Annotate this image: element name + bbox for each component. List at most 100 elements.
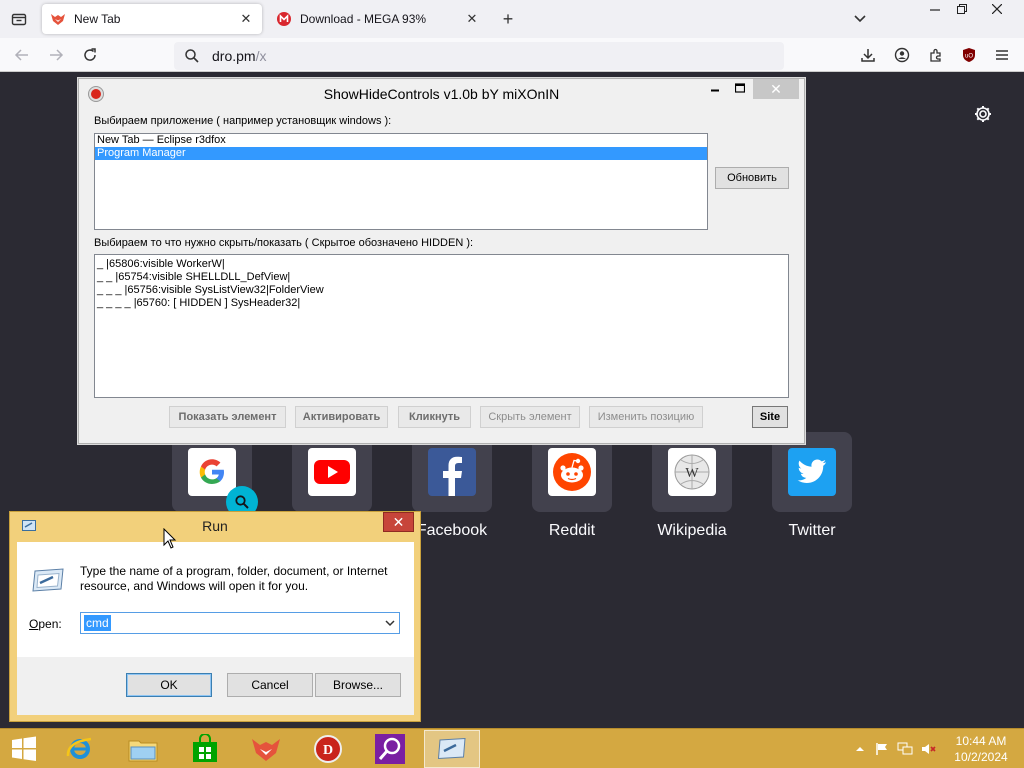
list-item[interactable]: _ _ _ |65756:visible SysListView32|Folde… bbox=[95, 284, 788, 297]
ok-button[interactable]: OK bbox=[126, 673, 212, 697]
open-input-value[interactable]: cmd bbox=[84, 615, 111, 631]
reload-icon[interactable] bbox=[78, 43, 102, 67]
google-icon bbox=[188, 448, 236, 496]
maximize-button[interactable] bbox=[726, 79, 754, 101]
search-icon bbox=[185, 49, 199, 63]
reddit-icon bbox=[548, 448, 596, 496]
close-button[interactable]: ✕ bbox=[383, 512, 414, 532]
controls-listbox[interactable]: _ |65806:visible WorkerW| _ _ |65754:vis… bbox=[94, 254, 789, 398]
restore-button[interactable] bbox=[947, 0, 977, 20]
gear-icon[interactable] bbox=[972, 103, 994, 125]
list-item[interactable]: _ _ |65754:visible SHELLDLL_DefView| bbox=[95, 271, 788, 284]
run-body: Type the name of a program, folder, docu… bbox=[17, 542, 414, 657]
url-bar[interactable]: dro.pm/x bbox=[174, 42, 784, 70]
close-tab-icon[interactable]: ✕ bbox=[464, 11, 480, 27]
clock-date: 10/2/2024 bbox=[954, 750, 1008, 764]
list-item[interactable]: _ |65806:visible WorkerW| bbox=[95, 258, 788, 271]
hide-element-button[interactable]: Скрыть элемент bbox=[480, 406, 580, 428]
account-icon[interactable] bbox=[890, 43, 914, 67]
internet-explorer-icon bbox=[66, 737, 92, 759]
minimize-button[interactable] bbox=[920, 0, 950, 20]
tab-new-tab[interactable]: New Tab ✕ bbox=[42, 4, 262, 34]
url-host: dro.pm bbox=[212, 48, 256, 64]
open-label-text: pen: bbox=[38, 617, 62, 631]
folder-icon bbox=[128, 740, 158, 762]
chevron-up-icon[interactable] bbox=[852, 741, 868, 757]
taskbar-store[interactable] bbox=[177, 730, 233, 768]
flag-icon[interactable] bbox=[874, 741, 890, 757]
fox-icon bbox=[51, 14, 65, 25]
list-item[interactable]: Program Manager bbox=[95, 147, 707, 160]
url-path: /x bbox=[255, 48, 267, 64]
downloads-icon[interactable] bbox=[856, 43, 880, 67]
list-item[interactable]: _ _ _ _ |65760: [ HIDDEN ] SysHeader32| bbox=[95, 297, 788, 310]
taskbar-r3dfox[interactable] bbox=[238, 730, 294, 768]
taskbar-showhidecontrols[interactable]: D bbox=[300, 730, 356, 768]
close-window-button[interactable] bbox=[982, 0, 1012, 20]
showhidecontrols-window: ShowHideControls v1.0b bY miXOnIN ✕ Выби… bbox=[78, 78, 805, 444]
youtube-icon bbox=[308, 448, 356, 496]
run-dialog: Run ✕ Type the name of a program, folder… bbox=[9, 511, 421, 722]
windows-icon bbox=[12, 736, 36, 761]
menu-icon[interactable] bbox=[990, 43, 1014, 67]
magnifier-icon bbox=[375, 734, 405, 764]
close-button[interactable]: ✕ bbox=[753, 79, 799, 99]
taskbar-clock[interactable]: 10:44 AM 10/2/2024 bbox=[948, 733, 1014, 765]
app-listbox[interactable]: New Tab — Eclipse r3dfox Program Manager bbox=[94, 133, 708, 230]
taskbar-run[interactable] bbox=[424, 730, 480, 768]
window-title: ShowHideControls v1.0b bY miXOnIN bbox=[323, 86, 560, 102]
mega-icon bbox=[277, 12, 291, 26]
shortcut-facebook[interactable] bbox=[412, 432, 492, 512]
list-item[interactable]: New Tab — Eclipse r3dfox bbox=[95, 134, 707, 147]
extensions-icon[interactable] bbox=[924, 43, 948, 67]
run-description: Type the name of a program, folder, docu… bbox=[80, 564, 388, 593]
back-icon[interactable] bbox=[10, 43, 34, 67]
window-titlebar[interactable]: ShowHideControls v1.0b bY miXOnIN ✕ bbox=[79, 79, 804, 107]
change-position-button[interactable]: Изменить позицию bbox=[589, 406, 703, 428]
activate-button[interactable]: Активировать bbox=[295, 406, 388, 428]
shortcut-label: Reddit bbox=[548, 522, 596, 539]
shortcut-reddit[interactable] bbox=[532, 432, 612, 512]
tab-title: Download - MEGA 93% bbox=[300, 12, 427, 26]
network-icon[interactable] bbox=[897, 741, 913, 757]
start-button[interactable] bbox=[0, 730, 48, 768]
fox-icon bbox=[252, 739, 280, 761]
volume-muted-icon[interactable] bbox=[921, 741, 937, 757]
refresh-button[interactable]: Обновить bbox=[715, 167, 789, 189]
taskbar: D 10:44 AM 10/2/2024 bbox=[0, 728, 1024, 768]
shortcut-youtube[interactable] bbox=[292, 432, 372, 512]
taskbar-file-explorer[interactable] bbox=[115, 730, 171, 768]
run-footer: OK Cancel Browse... bbox=[17, 657, 414, 715]
svg-text:uO: uO bbox=[965, 54, 973, 60]
app-icon: D bbox=[314, 735, 342, 763]
wikipedia-icon: W bbox=[668, 448, 716, 496]
firefox-view-icon[interactable] bbox=[6, 6, 32, 32]
ublock-icon[interactable]: uO bbox=[957, 43, 981, 67]
site-button[interactable]: Site bbox=[752, 406, 788, 428]
store-icon bbox=[193, 734, 217, 762]
svg-text:D: D bbox=[323, 743, 333, 758]
shortcut-wikipedia[interactable]: W bbox=[652, 432, 732, 512]
chevron-down-icon[interactable] bbox=[383, 616, 397, 630]
cancel-button[interactable]: Cancel bbox=[227, 673, 313, 697]
browser-tab-bar: New Tab ✕ Download - MEGA 93% ✕ + bbox=[0, 0, 1024, 38]
close-tab-icon[interactable]: ✕ bbox=[238, 11, 254, 27]
list-tabs-chevron-icon[interactable] bbox=[852, 10, 868, 26]
shortcut-label: Wikipedia bbox=[657, 522, 727, 539]
dialog-title: Run bbox=[202, 518, 228, 534]
url-text: dro.pm/x bbox=[212, 48, 266, 64]
open-combobox[interactable]: cmd bbox=[80, 612, 400, 634]
shortcut-twitter[interactable] bbox=[772, 432, 852, 512]
run-program-icon bbox=[32, 568, 64, 592]
svg-text:W: W bbox=[685, 466, 699, 481]
app-list-label: Выбираем приложение ( например установщи… bbox=[94, 115, 392, 127]
taskbar-magnifier[interactable] bbox=[362, 730, 418, 768]
taskbar-internet-explorer[interactable] bbox=[52, 730, 108, 768]
new-tab-button[interactable]: + bbox=[497, 8, 519, 30]
tab-mega-download[interactable]: Download - MEGA 93% ✕ bbox=[268, 4, 488, 34]
minimize-button[interactable] bbox=[701, 79, 729, 101]
forward-icon[interactable] bbox=[44, 43, 68, 67]
show-element-button[interactable]: Показать элемент bbox=[169, 406, 286, 428]
browse-button[interactable]: Browse... bbox=[315, 673, 401, 697]
click-button[interactable]: Кликнуть bbox=[398, 406, 471, 428]
